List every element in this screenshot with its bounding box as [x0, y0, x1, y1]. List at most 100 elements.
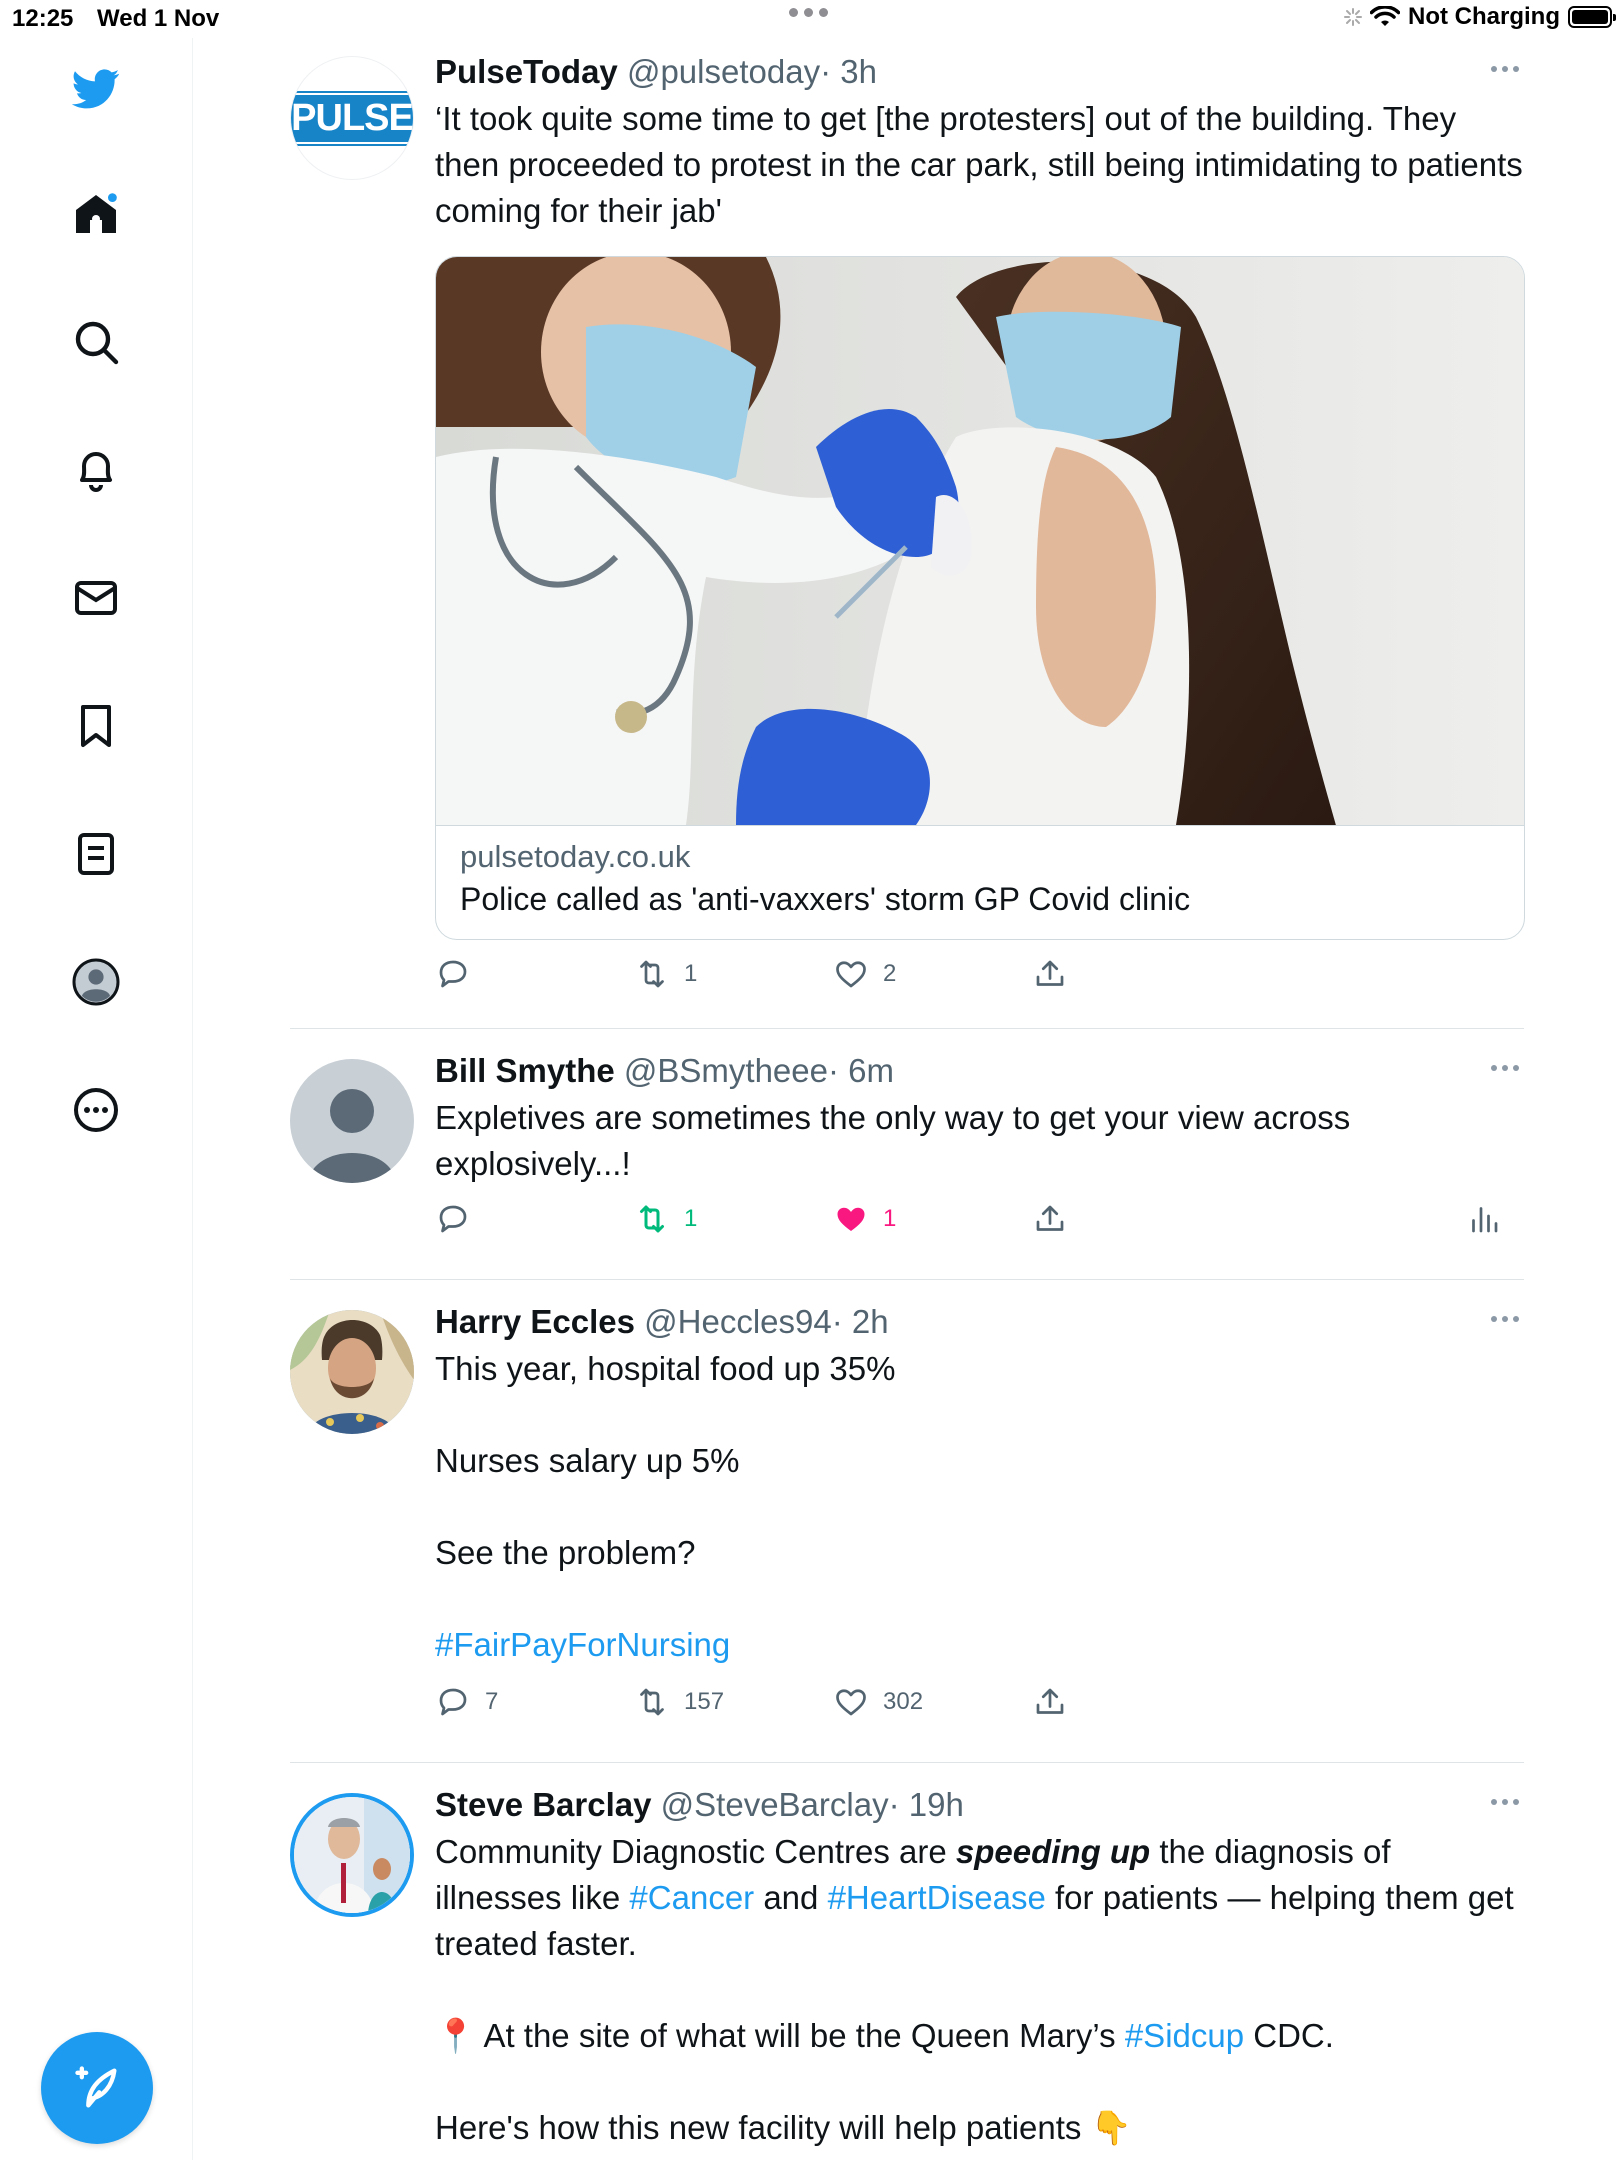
reply-button[interactable]: [435, 1201, 471, 1237]
text-span: Community Diagnostic Centres are: [435, 1833, 956, 1870]
tweet-content: PulseToday @pulsetoday· 3h ‘It took quit…: [435, 52, 1524, 234]
tweet-paragraph: Here's how this new facility will help p…: [435, 2105, 1524, 2151]
profile-icon[interactable]: [70, 956, 122, 1008]
tweet-paragraph: 📍 At the site of what will be the Queen …: [435, 2013, 1524, 2059]
emphasis-text: speeding up: [955, 1833, 1151, 1870]
like-button[interactable]: 2: [833, 956, 896, 992]
heart-icon: [836, 1689, 866, 1716]
card-title: Police called as 'anti-vaxxers' storm GP…: [460, 881, 1191, 917]
analytics-button[interactable]: [1466, 1201, 1502, 1237]
tweet-actions: 1 1: [435, 1201, 1524, 1251]
tweet-content: Bill Smythe @BSmytheee· 6m Expletives ar…: [435, 1051, 1524, 1187]
twitter-bird-icon[interactable]: [70, 62, 122, 114]
tweet-time: · 2h: [831, 1303, 889, 1340]
tweet[interactable]: PULSE PulseToday @pulsetoday· 3h ‘It too…: [290, 38, 1525, 1029]
avatar[interactable]: [290, 1059, 414, 1183]
retweet-button[interactable]: 1: [634, 1201, 697, 1237]
lists-icon[interactable]: [70, 828, 122, 880]
card-domain: pulsetoday.co.uk: [460, 839, 691, 874]
share-icon: [1036, 1688, 1064, 1714]
tweet-header: Harry Eccles @Heccles94· 2h: [435, 1302, 1524, 1342]
retweet-count: 1: [684, 1205, 698, 1232]
reply-count: 7: [485, 1688, 499, 1715]
retweet-button[interactable]: 1: [634, 956, 697, 992]
tweet[interactable]: Bill Smythe @BSmytheee· 6m Expletives ar…: [290, 1029, 1524, 1280]
heart-icon: [836, 961, 866, 988]
home-icon[interactable]: [70, 188, 122, 240]
tweet-text: This year, hospital food up 35% Nurses s…: [435, 1346, 1524, 1668]
compose-button[interactable]: [41, 2032, 153, 2144]
bookmark-icon[interactable]: [70, 700, 122, 752]
reply-icon: [439, 1688, 467, 1716]
charging-status: Not Charging: [1408, 3, 1560, 30]
more-options-icon[interactable]: [1491, 1065, 1519, 1071]
status-time: 12:25: [12, 5, 74, 32]
author-name[interactable]: Bill Smythe: [435, 1052, 615, 1089]
author-handle[interactable]: @Heccles94: [644, 1303, 832, 1340]
hashtag-link[interactable]: #FairPayForNursing: [435, 1622, 1524, 1668]
reply-icon: [439, 960, 467, 988]
share-button[interactable]: [1032, 1201, 1068, 1237]
tweet-text: Community Diagnostic Centres are speedin…: [435, 1829, 1524, 2151]
retweet-button[interactable]: 157: [634, 1684, 724, 1720]
retweet-count: 1: [684, 960, 698, 987]
tweet-time: · 19h: [888, 1786, 964, 1823]
activity-spinner-icon: [1344, 8, 1363, 26]
vaccination-photo: [436, 257, 1524, 826]
more-options-icon[interactable]: [1491, 1799, 1519, 1805]
tweet-line: See the problem?: [435, 1534, 696, 1571]
reply-icon: [439, 1205, 467, 1233]
avatar[interactable]: [290, 1310, 414, 1434]
retweet-icon: [640, 960, 664, 988]
pin-emoji-icon: 📍: [435, 2017, 477, 2054]
more-circle-icon[interactable]: [70, 1084, 122, 1136]
search-icon[interactable]: [70, 316, 122, 368]
reply-button[interactable]: 7: [435, 1684, 498, 1720]
hashtag-link[interactable]: #Cancer: [629, 1879, 754, 1916]
text-span: CDC.: [1244, 2017, 1334, 2054]
author-name[interactable]: PulseToday: [435, 53, 618, 90]
more-options-icon[interactable]: [1491, 1316, 1519, 1322]
author-name[interactable]: Steve Barclay: [435, 1786, 651, 1823]
tweet-time: · 3h: [820, 53, 877, 90]
author-handle[interactable]: @pulsetoday: [627, 53, 820, 90]
tweet-text: Expletives are sometimes the only way to…: [435, 1099, 1351, 1182]
status-indicators: Not Charging: [1344, 3, 1616, 31]
share-icon: [1036, 1205, 1064, 1231]
share-button[interactable]: [1032, 1684, 1068, 1720]
like-count: 2: [883, 960, 897, 987]
compose-feather-icon: [75, 2066, 117, 2108]
link-card[interactable]: pulsetoday.co.uk Police called as 'anti-…: [435, 256, 1525, 940]
avatar[interactable]: PULSE: [290, 56, 414, 180]
text-span: Here's how this new facility will help p…: [435, 2109, 1091, 2146]
multitasking-dots-icon[interactable]: [789, 8, 828, 17]
share-button[interactable]: [1032, 956, 1068, 992]
like-button[interactable]: 302: [833, 1684, 923, 1720]
like-button[interactable]: 1: [833, 1201, 896, 1237]
tweet[interactable]: Steve Barclay @SteveBarclay· 19h Communi…: [290, 1763, 1524, 2163]
tweet-text: ‘It took quite some time to get [the pro…: [435, 100, 1523, 229]
reply-button[interactable]: [435, 956, 471, 992]
timeline-feed: PULSE PulseToday @pulsetoday· 3h ‘It too…: [290, 38, 1525, 2163]
like-count: 302: [883, 1688, 924, 1715]
hashtag-link[interactable]: #HeartDisease: [828, 1879, 1046, 1916]
text-span: At the site of what will be the Queen Ma…: [476, 2017, 1125, 2054]
author-handle[interactable]: @BSmytheee: [624, 1052, 828, 1089]
retweet-icon: [640, 1205, 664, 1233]
battery-icon: [1568, 6, 1616, 28]
mail-icon[interactable]: [70, 572, 122, 624]
avatar[interactable]: [290, 1793, 414, 1917]
pulse-logo: PULSE: [291, 90, 413, 146]
bell-icon[interactable]: [70, 444, 122, 496]
author-handle[interactable]: @SteveBarclay: [661, 1786, 889, 1823]
analytics-icon: [1472, 1207, 1498, 1233]
point-down-emoji-icon: 👇: [1090, 2109, 1132, 2146]
tweet-content: Steve Barclay @SteveBarclay· 19h Communi…: [435, 1785, 1524, 2151]
tweet-header: Steve Barclay @SteveBarclay· 19h: [435, 1785, 1524, 1825]
author-name[interactable]: Harry Eccles: [435, 1303, 635, 1340]
tweet[interactable]: Harry Eccles @Heccles94· 2h This year, h…: [290, 1280, 1524, 1763]
tweet-actions: 7 157 302: [435, 1684, 1524, 1734]
hashtag-link[interactable]: #Sidcup: [1125, 2017, 1244, 2054]
status-date: Wed 1 Nov: [97, 5, 220, 32]
more-options-icon[interactable]: [1491, 66, 1519, 72]
